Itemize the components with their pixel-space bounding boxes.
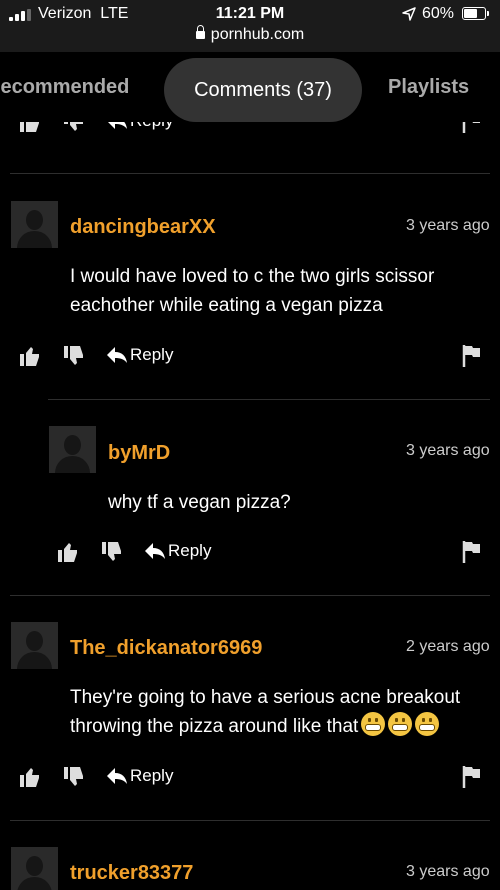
flag-icon[interactable] (462, 122, 482, 134)
thumbs-up-icon[interactable] (56, 540, 80, 564)
tab-playlists[interactable]: Playlists (388, 76, 469, 99)
comment-actions: Reply (56, 540, 488, 564)
avatar[interactable] (11, 622, 58, 669)
comments-list: Reply dancingbearXX 3 years ago I would … (0, 122, 500, 890)
reply-arrow-icon[interactable] (106, 346, 128, 364)
comment-text: They're going to have a serious acne bre… (70, 687, 461, 737)
flag-icon[interactable] (462, 765, 482, 789)
tab-comments[interactable]: Comments (37) (164, 58, 362, 122)
comment-username[interactable]: dancingbearXX (70, 216, 216, 239)
reply-arrow-icon[interactable] (106, 767, 128, 785)
thumbs-up-icon[interactable] (18, 122, 42, 134)
divider (10, 173, 490, 174)
reply-arrow-icon[interactable] (106, 122, 128, 130)
divider (48, 399, 490, 400)
flag-icon[interactable] (462, 344, 482, 368)
comment-text: I would have loved to c the two girls sc… (70, 266, 435, 316)
comment-actions: Reply (18, 765, 488, 789)
address-bar[interactable]: pornhub.com (0, 25, 500, 44)
reply-arrow-icon[interactable] (144, 542, 166, 560)
comment-username[interactable]: The_dickanator6969 (70, 637, 262, 660)
divider (10, 595, 490, 596)
reply-button[interactable]: Reply (130, 344, 173, 366)
comment-text: why tf a vegan pizza? (108, 492, 291, 513)
tab-recommended[interactable]: Recommended (0, 76, 129, 99)
thumbs-down-icon[interactable] (62, 765, 86, 789)
thumbs-down-icon[interactable] (62, 344, 86, 368)
grimacing-emoji-icon (361, 712, 386, 736)
avatar[interactable] (11, 201, 58, 248)
thumbs-up-icon[interactable] (18, 344, 42, 368)
location-arrow-icon (402, 7, 416, 21)
grimacing-emoji-icon (388, 712, 413, 736)
battery-percent: 60% (422, 5, 455, 22)
battery-icon (462, 7, 489, 20)
comment-username[interactable]: byMrD (108, 442, 170, 465)
comment-actions: Reply (18, 344, 488, 368)
status-bar: Verizon LTE 11:21 PM pornhub.com 60% (0, 0, 500, 52)
reply-button[interactable]: Reply (130, 765, 173, 787)
reply-button[interactable]: Reply (168, 540, 211, 562)
grimacing-emoji-icon (415, 712, 440, 736)
tab-bar: Recommended Comments (37) Playlists (0, 52, 500, 127)
thumbs-down-icon[interactable] (62, 122, 86, 134)
comment-time: 3 years ago (406, 863, 490, 880)
thumbs-down-icon[interactable] (100, 540, 124, 564)
reply-button[interactable]: Reply (130, 122, 173, 132)
comment-username[interactable]: trucker83377 (70, 862, 193, 885)
comment-time: 2 years ago (406, 638, 490, 655)
url-text: pornhub.com (210, 26, 305, 43)
avatar[interactable] (11, 847, 58, 890)
avatar[interactable] (49, 426, 96, 473)
comment-time: 3 years ago (406, 217, 490, 234)
comment-time: 3 years ago (406, 442, 490, 459)
divider (10, 820, 490, 821)
thumbs-up-icon[interactable] (18, 765, 42, 789)
flag-icon[interactable] (462, 540, 482, 564)
comment-actions: Reply (18, 122, 488, 134)
lock-icon (195, 25, 205, 39)
